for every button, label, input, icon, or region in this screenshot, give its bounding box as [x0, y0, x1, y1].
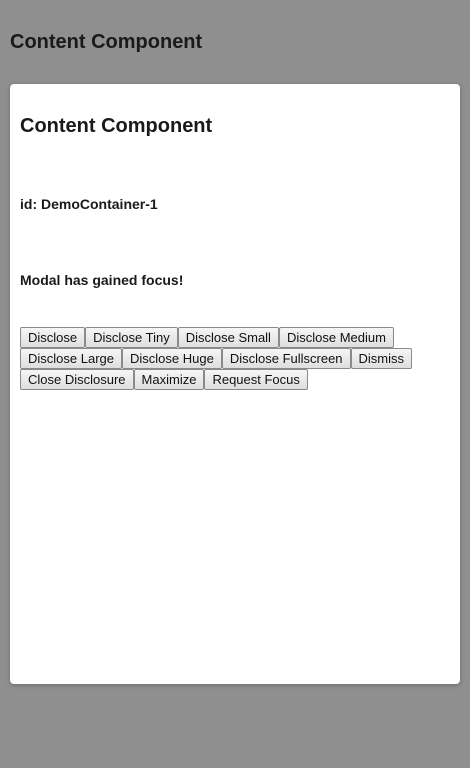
disclose-tiny-button[interactable]: Disclose Tiny — [85, 327, 178, 348]
modal-title: Content Component — [20, 115, 213, 137]
disclose-button[interactable]: Disclose — [20, 327, 86, 348]
maximize-button[interactable]: Maximize — [133, 369, 205, 390]
focus-status-text: Modal has gained focus! — [20, 272, 184, 288]
request-focus-button[interactable]: Request Focus — [204, 369, 308, 390]
modal-panel: Content Component id: DemoContainer-1 Mo… — [10, 84, 460, 684]
disclose-medium-button[interactable]: Disclose Medium — [278, 327, 394, 348]
page-title: Content Component — [10, 31, 203, 53]
disclose-large-button[interactable]: Disclose Large — [20, 348, 122, 369]
dismiss-button[interactable]: Dismiss — [350, 348, 413, 369]
container-id-label: id: DemoContainer-1 — [20, 196, 158, 212]
disclose-small-button[interactable]: Disclose Small — [177, 327, 279, 348]
disclose-huge-button[interactable]: Disclose Huge — [122, 348, 222, 369]
disclose-fullscreen-button[interactable]: Disclose Fullscreen — [221, 348, 351, 369]
action-button-group: Disclose Disclose Tiny Disclose Small Discl… — [20, 327, 430, 390]
close-disclosure-button[interactable]: Close Disclosure — [20, 369, 134, 390]
